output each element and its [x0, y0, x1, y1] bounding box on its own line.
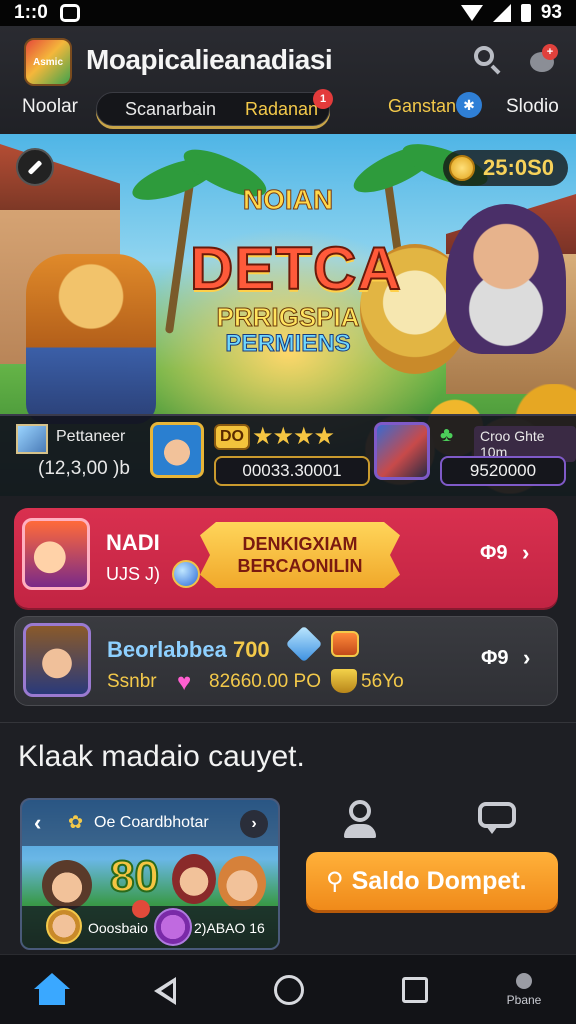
player-value: (12,3,00 )b: [38, 458, 130, 479]
status-bar: 1::0 93: [0, 0, 576, 26]
wallet-balance-button[interactable]: ⚲ Saldo Dompet.: [306, 852, 558, 910]
character-illustration: [172, 854, 216, 904]
tab-slodio[interactable]: Slodio: [506, 96, 559, 118]
chevron-right-icon[interactable]: ›: [240, 810, 268, 838]
pirate-character: [446, 204, 566, 354]
clover-icon: ♣: [440, 424, 454, 446]
offer-card-gray[interactable]: Beorlabbea 700 Ssnbr ♥ 82660.00 PO 56Yo …: [14, 616, 558, 706]
game-card-number: 80: [109, 851, 160, 902]
battery-level: 93: [540, 2, 562, 23]
coin-balance[interactable]: 25:0S0: [443, 150, 568, 186]
offer-amount-2: 56Yo: [361, 671, 404, 692]
coin-balance-value: 25:0S0: [483, 155, 554, 180]
game-card[interactable]: ‹ ✿ Oe Coardbhotar › 80 Ooosbaio 2)ABAO …: [20, 798, 280, 950]
coin-icon: [449, 155, 476, 181]
hero-avatar[interactable]: [150, 422, 204, 478]
hero-headline: DETCA: [189, 234, 402, 303]
offer-card-red[interactable]: NADI UJS J) DENKIGXIAM BERCAONILIN Φ9 ›: [14, 508, 558, 608]
banner-line-2: BERCAONILIN: [237, 556, 363, 576]
offer-banner: DENKIGXIAM BERCAONILIN: [200, 522, 400, 588]
home-button-icon[interactable]: [274, 975, 304, 1005]
app-logo: Asmic: [24, 38, 72, 86]
offer-name: NADI: [106, 530, 160, 555]
pin-icon: ⚲: [326, 867, 344, 895]
treasure-avatar[interactable]: [374, 422, 430, 480]
player-label: Pettaneer: [56, 428, 126, 445]
offer-title: Beorlabbea 700: [107, 637, 270, 662]
section-title: Klaak madaio cauyet.: [18, 740, 305, 773]
back-icon-inner: [161, 983, 173, 999]
profile-nav[interactable]: Pbane: [504, 967, 544, 1019]
games-icon[interactable]: ✱: [456, 92, 482, 118]
right-stat-value: 9520000: [440, 456, 566, 486]
segmented-control: Scanarbain Radanan 1: [96, 89, 333, 126]
rating-stars: ★★★★: [252, 423, 335, 450]
star-icon: ✿: [68, 812, 84, 832]
character-avatar: [23, 623, 91, 697]
notification-app-icon: [59, 4, 80, 22]
section-divider: [0, 722, 576, 723]
app-title: Moapicalieanadiasi: [86, 44, 333, 75]
segment-badge: 1: [313, 89, 333, 109]
character-illustration: [42, 860, 92, 910]
notifications-icon[interactable]: +: [528, 44, 558, 76]
pencil-icon: [27, 159, 43, 175]
offer-amount: 82660.00 PO: [209, 671, 321, 692]
offer-title-number: 700: [232, 637, 270, 662]
heart-icon: ♥: [177, 669, 192, 696]
chevron-right-icon[interactable]: ›: [522, 540, 529, 566]
logo-text: Asmic: [32, 56, 63, 68]
player-avatar: [154, 908, 192, 946]
hero-line-3: PRRIGSPIA: [216, 302, 360, 333]
game-card-title: Oe Coardbhotar: [94, 814, 209, 831]
middle-stat-value: 00033.30001: [214, 456, 370, 486]
profile-label: Pbane: [506, 993, 542, 1007]
level-badge: DO: [214, 424, 250, 450]
footer-right-label: 2)ABAO 16: [194, 920, 265, 936]
gem-icon: [285, 625, 323, 663]
hero-line-1: NOIAN: [242, 184, 334, 216]
segment-scanarbain[interactable]: Scanarbain: [125, 99, 216, 120]
offer-price: Φ9: [481, 647, 509, 669]
top-tabs: Noolar Scanarbain Radanan 1 Ganstan ✱ Sl…: [0, 89, 576, 130]
profile-icon: [516, 973, 532, 989]
signal-icon: [492, 4, 511, 22]
wallet-button-label: Saldo Dompet.: [351, 866, 527, 895]
recents-icon[interactable]: [402, 977, 428, 1003]
segment-radanan[interactable]: Radanan: [245, 99, 318, 120]
edit-button[interactable]: [16, 148, 54, 186]
wifi-icon: [460, 5, 483, 21]
notification-badge: +: [542, 44, 558, 60]
hero-line-4: PERMIENS: [225, 330, 351, 358]
chevron-right-icon[interactable]: ›: [523, 645, 530, 671]
character-avatar: [22, 518, 90, 590]
footer-left-label: Ooosbaio: [88, 920, 148, 936]
tab-noolar[interactable]: Noolar: [22, 96, 78, 118]
stats-strip: Pettaneer (12,3,00 )b DO ★★★★ 00033.3000…: [0, 414, 576, 496]
status-time: 1::0: [14, 2, 48, 23]
battery-icon: [520, 4, 531, 22]
character-illustration: [218, 856, 266, 910]
offer-sub: Ssnbr: [107, 671, 157, 692]
search-icon[interactable]: [474, 46, 502, 75]
player-avatar: [46, 908, 82, 944]
offer-price: Φ9: [480, 542, 508, 564]
chat-icon[interactable]: [478, 802, 516, 836]
person-icon[interactable]: [342, 800, 378, 840]
orb-icon: [172, 560, 200, 588]
offer-sub: UJS J): [106, 564, 160, 584]
robot-character: [26, 254, 156, 424]
map-icon: [16, 424, 48, 454]
gold-pot-icon: [331, 669, 357, 693]
chevron-left-icon[interactable]: ‹: [34, 810, 41, 836]
banner-line-1: DENKIGXIAM: [242, 534, 358, 554]
medal-icon: [132, 900, 150, 918]
tab-ganstan[interactable]: Ganstan: [388, 96, 456, 117]
app-header: Asmic Moapicalieanadiasi + Noolar Scanar…: [0, 26, 576, 134]
home-icon[interactable]: [34, 973, 70, 1005]
bottom-nav: Pbane: [0, 954, 576, 1024]
chest-icon: [331, 631, 359, 657]
